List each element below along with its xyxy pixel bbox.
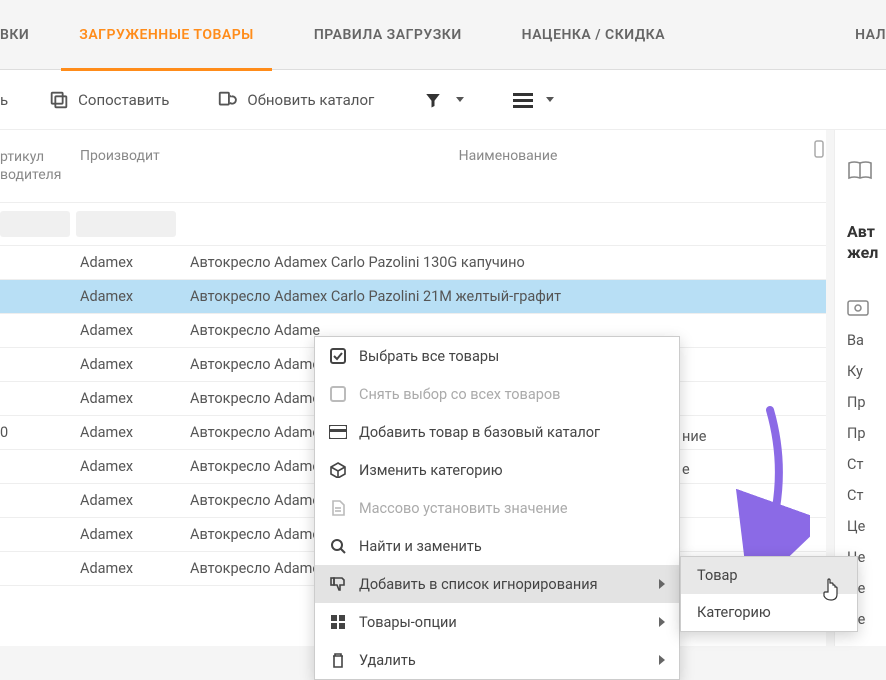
table-row[interactable]: AdamexАвтокресло Adamex Carlo Pazolini 1… [0,246,826,280]
detail-attribute: Ст [847,487,886,504]
cell-manufacturer: Adamex [80,288,190,305]
tab-markup[interactable]: НАЦЕНКА / СКИДКА [492,0,695,70]
detail-attribute: Пр [847,394,886,411]
grid-icon [329,613,347,631]
detail-title: Авт жел [847,222,886,264]
menu-product-options[interactable]: Товары-опции [315,603,679,641]
column-resize-handle[interactable] [812,138,826,160]
cell-manufacturer: Adamex [80,390,190,407]
submenu-arrow-icon [659,617,665,627]
chevron-down-icon [456,97,464,102]
uncheck-icon [329,385,347,403]
cell-manufacturer: Adamex [80,254,190,271]
filter-button[interactable] [422,89,464,111]
tab-load-rules[interactable]: ПРАВИЛА ЗАГРУЗКИ [284,0,492,70]
book-icon [847,160,886,182]
annotation-arrow [730,400,810,570]
detail-attribute: Це [847,518,886,535]
copy-icon [48,89,70,111]
cell-manufacturer: Adamex [80,492,190,509]
menu-add-ignore[interactable]: Добавить в список игнорирования [315,565,679,603]
cell-manufacturer: Adamex [80,322,190,339]
cell-manufacturer: Adamex [80,424,190,441]
thumbs-down-icon [329,575,347,593]
menu-add-base-catalog[interactable]: Добавить товар в базовый каталог [315,413,679,451]
menu-deselect-all: Снять выбор со всех товаров [315,375,679,413]
cell-manufacturer: Adamex [80,560,190,577]
funnel-icon [422,89,444,111]
detail-attribute: Пр [847,425,886,442]
list-button[interactable] [512,89,554,111]
submenu-arrow-icon [659,655,665,665]
col-manufacturer[interactable]: Производит [80,148,190,184]
check-icon [329,347,347,365]
update-catalog-label: Обновить каталог [247,91,374,109]
table-row[interactable]: AdamexАвтокресло Adamex Carlo Pazolini 2… [0,280,826,314]
cell-name: Автокресло Adamex Carlo Pazolini 130G ка… [190,254,826,271]
cell-manufacturer: Adamex [80,526,190,543]
tab-partial-right[interactable]: НАЛ [825,0,886,70]
obscured-text: е [682,461,690,478]
cursor-pointer-icon [822,578,842,602]
trash-icon [329,651,347,669]
col-article[interactable]: ртикул водителя [0,148,80,184]
obscured-text: ние [682,428,706,445]
cell-manufacturer: Adamex [80,458,190,475]
cell-article: 0 [0,424,80,441]
menu-change-category[interactable]: Изменить категорию [315,451,679,489]
col-name[interactable]: Наименование [190,148,826,184]
filter-article[interactable] [0,211,70,237]
toolbar-partial-left[interactable]: ь [0,91,8,109]
menu-find-replace[interactable]: Найти и заменить [315,527,679,565]
search-icon [329,537,347,555]
box-icon [329,461,347,479]
cell-name: Автокресло Adamex Carlo Pazolini 21M жел… [190,288,826,305]
submenu-arrow-icon [659,579,665,589]
menu-delete[interactable]: Удалить [315,641,679,679]
refresh-catalog-icon [217,89,239,111]
tabs-bar: ВКИ ЗАГРУЖЕННЫЕ ТОВАРЫ ПРАВИЛА ЗАГРУЗКИ … [0,0,886,70]
table-header: ртикул водителя Производит Наименование [0,130,826,203]
detail-attribute: Ст [847,456,886,473]
compare-button[interactable]: Сопоставить [48,89,169,111]
menu-select-all[interactable]: Выбрать все товары [315,337,679,375]
chevron-down-icon [546,97,554,102]
tab-loaded-products[interactable]: ЗАГРУЖЕННЫЕ ТОВАРЫ [49,0,284,70]
toolbar: ь Сопоставить Обновить каталог [0,70,886,130]
filter-manufacturer[interactable] [76,211,176,237]
list-icon [512,89,534,111]
tab-partial-left[interactable]: ВКИ [0,0,49,70]
currency-icon [847,300,886,316]
detail-attribute: Ку [847,363,886,380]
context-menu: Выбрать все товары Снять выбор со всех т… [314,336,680,680]
card-icon [329,423,347,441]
menu-bulk-set: Массово установить значение [315,489,679,527]
cell-manufacturer: Adamex [80,356,190,373]
compare-label: Сопоставить [78,91,169,109]
filter-row [0,203,826,246]
document-icon [329,499,347,517]
detail-attribute: Ва [847,332,886,349]
update-catalog-button[interactable]: Обновить каталог [217,89,374,111]
